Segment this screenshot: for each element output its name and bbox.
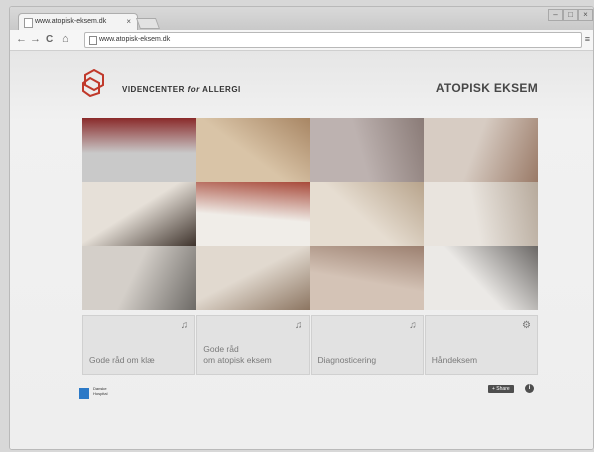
tile-hands-cream[interactable] bbox=[310, 182, 424, 246]
topic-label: Diagnosticering bbox=[317, 355, 377, 365]
window-maximize-button[interactable]: □ bbox=[563, 9, 578, 21]
topic-boxes: ♫ Gode råd om klæ ♫ Gode råd om atopisk … bbox=[82, 315, 538, 375]
topic-box-eczema-advice[interactable]: ♫ Gode råd om atopisk eksem bbox=[196, 315, 310, 375]
tile-silhouette[interactable] bbox=[310, 118, 424, 182]
window-close-button[interactable]: × bbox=[578, 9, 593, 21]
music-note-icon: ♫ bbox=[180, 320, 189, 331]
topic-label: Gode råd om klæ bbox=[89, 355, 155, 365]
topic-label-line: Gode råd bbox=[203, 344, 239, 354]
tile-parent-child[interactable] bbox=[82, 182, 196, 246]
music-note-icon: ♫ bbox=[409, 320, 417, 331]
org-name-part1: VIDENCENTER bbox=[122, 85, 188, 94]
photo-image bbox=[310, 118, 424, 182]
topic-label: Håndeksem bbox=[431, 355, 478, 365]
photo-image bbox=[310, 246, 424, 310]
browser-titlebar: www.atopisk-eksem.dk × – □ × bbox=[10, 7, 593, 31]
tile-inhaler-girl[interactable] bbox=[196, 246, 310, 310]
org-name-part2: ALLERGI bbox=[199, 85, 241, 94]
topic-box-clothing[interactable]: ♫ Gode råd om klæ bbox=[82, 315, 196, 375]
photo-image bbox=[82, 246, 196, 310]
photo-image bbox=[196, 118, 310, 182]
window-minimize-button[interactable]: – bbox=[548, 9, 563, 21]
tab-close-icon[interactable]: × bbox=[126, 17, 131, 26]
hospital-name: Danske Hospital bbox=[93, 386, 107, 396]
back-icon[interactable]: ← bbox=[16, 33, 27, 46]
tile-doctor[interactable] bbox=[82, 246, 196, 310]
share-button[interactable]: + Share bbox=[488, 385, 514, 393]
browser-window: www.atopisk-eksem.dk × – □ × ← → C ⌂ www… bbox=[9, 6, 594, 450]
page-icon bbox=[89, 36, 97, 45]
photo-image bbox=[310, 182, 424, 246]
tile-open-book[interactable] bbox=[424, 246, 538, 310]
topic-box-hand-eczema[interactable]: ⚙ Håndeksem bbox=[424, 315, 538, 375]
tile-family-photo[interactable] bbox=[196, 118, 310, 182]
browser-toolbar: ← → C ⌂ www.atopisk-eksem.dk ≡ bbox=[10, 30, 593, 51]
org-name-for: for bbox=[187, 85, 200, 94]
hospital-name-line: Hospital bbox=[93, 391, 108, 396]
info-icon[interactable]: i bbox=[525, 384, 534, 393]
site-title: ATOPISK EKSEM bbox=[435, 81, 538, 95]
browser-menu-icon[interactable]: ≡ bbox=[585, 34, 590, 44]
hospital-logo[interactable]: Danske Hospital bbox=[79, 386, 107, 404]
home-icon[interactable]: ⌂ bbox=[62, 33, 69, 46]
tab-label: www.atopisk-eksem.dk bbox=[35, 18, 107, 25]
topic-label-line: om atopisk eksem bbox=[203, 355, 272, 365]
photo-image bbox=[196, 246, 310, 310]
site-header: VIDENCENTER for ALLERGI ATOPISK EKSEM bbox=[82, 51, 538, 123]
reload-icon[interactable]: C bbox=[46, 33, 53, 46]
topic-label: Gode råd om atopisk eksem bbox=[203, 344, 272, 366]
tile-hand-closeup[interactable] bbox=[310, 246, 424, 310]
browser-tab[interactable]: www.atopisk-eksem.dk × bbox=[18, 13, 138, 31]
tile-hazelnuts[interactable] bbox=[424, 118, 538, 182]
photo-image bbox=[82, 182, 196, 246]
address-bar[interactable]: www.atopisk-eksem.dk bbox=[84, 32, 582, 48]
photo-image bbox=[424, 118, 538, 182]
music-note-icon: ♫ bbox=[295, 320, 303, 331]
photo-image bbox=[196, 182, 310, 246]
photo-grid bbox=[82, 118, 538, 310]
tile-cream-tubes[interactable] bbox=[196, 182, 310, 246]
web-page: VIDENCENTER for ALLERGI ATOPISK EKSEM ♫ … bbox=[10, 51, 593, 449]
gear-icon: ⚙ bbox=[522, 320, 531, 331]
topic-box-diagnosis[interactable]: ♫ Diagnosticering bbox=[310, 315, 424, 375]
photo-image bbox=[424, 182, 538, 246]
forward-icon[interactable]: → bbox=[30, 33, 41, 46]
tile-figures[interactable] bbox=[82, 118, 196, 182]
photo-image bbox=[424, 246, 538, 310]
tile-plate-food[interactable] bbox=[424, 182, 538, 246]
new-tab-button[interactable] bbox=[135, 18, 161, 29]
page-favicon-icon bbox=[24, 18, 33, 28]
organization-name: VIDENCENTER for ALLERGI bbox=[122, 85, 241, 94]
hospital-logo-icon bbox=[79, 388, 89, 399]
photo-image bbox=[82, 118, 196, 182]
url-text: www.atopisk-eksem.dk bbox=[99, 36, 171, 43]
allergy-center-logo-icon[interactable] bbox=[82, 69, 106, 97]
